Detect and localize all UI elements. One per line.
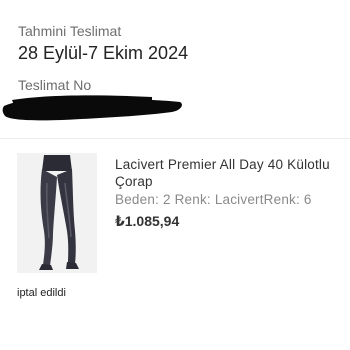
product-image[interactable] (17, 153, 97, 273)
product-price: ₺1.085,94 (115, 213, 180, 229)
estimated-delivery-label: Tahmini Teslimat (18, 23, 122, 39)
product-variant: Beden: 2 Renk: LacivertRenk: 6 (115, 192, 312, 207)
product-title[interactable]: Lacivert Premier All Day 40 Külotlu Çora… (115, 156, 340, 190)
pantyhose-image-icon (17, 153, 97, 273)
redacted-tracking-number (2, 95, 182, 121)
order-detail-screen: Tahmini Teslimat 28 Eylül-7 Ekim 2024 Te… (0, 0, 350, 350)
section-divider (0, 138, 350, 139)
order-status: iptal edildi (17, 287, 66, 299)
estimated-delivery-date: 28 Eylül-7 Ekim 2024 (18, 43, 189, 63)
tracking-number-label: Teslimat No (18, 77, 92, 93)
